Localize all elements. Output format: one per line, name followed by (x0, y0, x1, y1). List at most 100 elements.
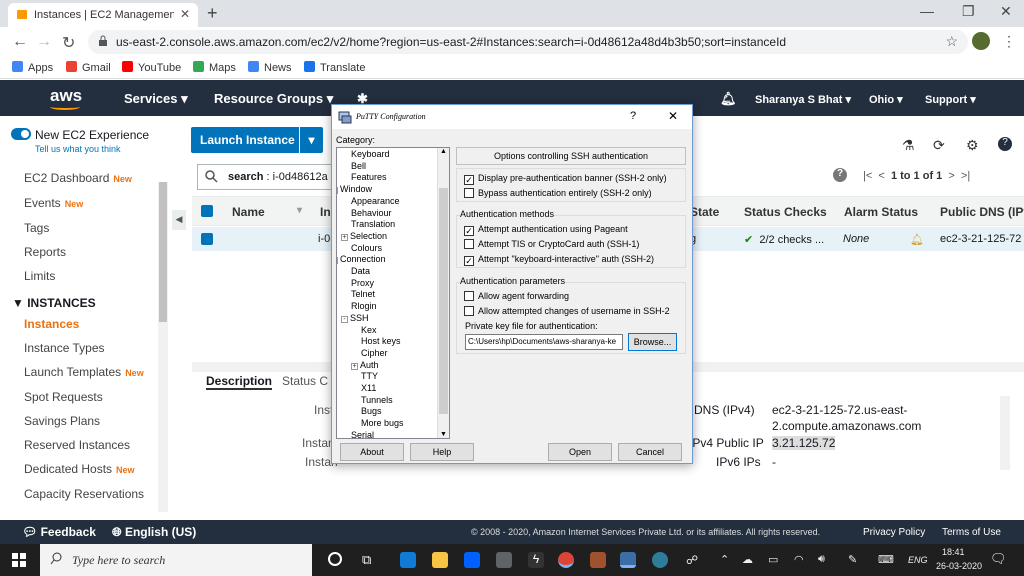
new-experience-toggle[interactable] (11, 128, 31, 140)
checkbox-attempt-authentication-using-pageant[interactable]: ✓ Attempt authentication using Pageant (464, 224, 628, 236)
task-view-icon[interactable]: ⧉ (362, 552, 371, 568)
windows-start-icon[interactable] (12, 553, 26, 567)
bookmark-gmail[interactable]: Gmail (66, 61, 111, 74)
help-icon[interactable]: ? (998, 137, 1012, 151)
sidebar-item-reserved-instances[interactable]: Reserved Instances (24, 438, 130, 452)
lightning-app-icon[interactable]: ϟ (528, 552, 544, 568)
wifi-icon[interactable]: ◠ (794, 553, 804, 566)
tree-item-data[interactable]: Data (351, 266, 370, 276)
reload-icon[interactable]: ↻ (62, 33, 75, 53)
language-indicator[interactable]: ENG (908, 555, 928, 565)
keyboard-icon[interactable]: ⌨ (878, 553, 894, 566)
onedrive-icon[interactable]: ☁ (742, 553, 753, 566)
details-scrollbar[interactable] (1000, 396, 1010, 470)
launch-instance-button[interactable]: Launch Instance ▾ (191, 127, 323, 153)
bookmark-translate[interactable]: Translate (304, 61, 365, 74)
bookmark-maps[interactable]: Maps (193, 61, 236, 74)
tree-item-kex[interactable]: Kex (361, 325, 377, 335)
sidebar-item-tags[interactable]: Tags (24, 221, 49, 235)
feedback-button[interactable]: 💬︎ Feedback (22, 525, 96, 539)
expand-icon[interactable]: + (341, 233, 348, 241)
tree-item-auth[interactable]: + Auth (351, 360, 379, 370)
region-menu[interactable]: Ohio ▾ (869, 93, 903, 106)
tree-item-translation[interactable]: Translation (351, 219, 395, 229)
tree-item-rlogin[interactable]: Rlogin (351, 301, 377, 311)
clock-date[interactable]: 26-03-2020 (936, 561, 982, 571)
collapse-icon[interactable]: - (337, 187, 338, 195)
column-state[interactable]: State (690, 205, 719, 219)
tree-item-keyboard[interactable]: Keyboard (351, 149, 390, 159)
sidebar-item-savings-plans[interactable]: Savings Plans (24, 414, 100, 428)
app-icon[interactable] (652, 552, 668, 568)
checkbox-display-pre-authentication-banner-ssh-2-only[interactable]: ✓ Display pre-authentication banner (SSH-… (464, 173, 667, 185)
collapse-sidebar-icon[interactable]: ◀ (172, 210, 186, 230)
sidebar-item-ec2-dashboard[interactable]: EC2 Dashboard New (24, 171, 132, 185)
bookmark-youtube[interactable]: YouTube (122, 61, 181, 74)
bookmark-news[interactable]: News (248, 61, 292, 74)
tree-item-behaviour[interactable]: Behaviour (351, 208, 392, 218)
sidebar-item-spot-requests[interactable]: Spot Requests (24, 390, 103, 404)
expand-icon[interactable]: + (351, 362, 358, 370)
forward-icon[interactable]: → (36, 33, 52, 51)
language-selector[interactable]: 🌐︎ English (US) (112, 525, 196, 540)
private-key-file-input[interactable]: C:\Users\hp\Documents\aws-sharanya-ke (465, 334, 623, 350)
battery-icon[interactable]: ▭ (768, 553, 778, 566)
sidebar-item-launch-templates[interactable]: Launch Templates New (24, 365, 144, 379)
tree-item-colours[interactable]: Colours (351, 243, 382, 253)
aws-logo[interactable]: aws (50, 86, 82, 106)
filter-help-icon[interactable]: ? (833, 168, 847, 182)
taskbar-search-input[interactable]: Type here to search (40, 544, 312, 576)
user-menu[interactable]: Sharanya S Bhat ▾ (755, 93, 851, 106)
tree-item-serial[interactable]: Serial (351, 430, 374, 438)
bookmark-star-icon[interactable]: ☆ (945, 33, 958, 50)
winrar-icon[interactable] (590, 552, 606, 568)
category-tree[interactable]: Keyboard BellFeatures -WindowAppearance Beh… (336, 147, 450, 439)
feedback-link[interactable]: Tell us what you think (35, 144, 121, 154)
menu-icon[interactable]: ⋮ (1002, 33, 1016, 50)
putty-close-icon[interactable]: ✕ (668, 109, 678, 123)
minimize-icon[interactable]: — (920, 3, 934, 19)
terms-link[interactable]: Terms of Use (942, 527, 1001, 538)
volume-icon[interactable]: 🔊︎ (818, 553, 825, 566)
tab-description[interactable]: Description (206, 374, 273, 390)
tree-item-selection[interactable]: + Selection (341, 231, 387, 241)
services-menu[interactable]: Services ▾ (124, 91, 188, 107)
column-name[interactable]: Name (232, 205, 265, 219)
file-explorer-icon[interactable] (432, 552, 448, 568)
select-all-checkbox[interactable] (201, 205, 213, 217)
notifications-bell-icon[interactable]: 🔔︎ (720, 91, 737, 107)
sidebar-item-dedicated-hosts[interactable]: Dedicated Hosts New (24, 462, 135, 476)
scroll-down-icon[interactable]: ▼ (440, 431, 447, 438)
clock-time[interactable]: 18:41 (942, 547, 965, 557)
sidebar-item-events[interactable]: Events New (24, 196, 83, 210)
tree-item-more-bugs[interactable]: More bugs (361, 418, 404, 428)
tree-item-window[interactable]: -Window (337, 184, 372, 195)
open-button[interactable]: Open (548, 443, 612, 461)
sidebar-item-limits[interactable]: Limits (24, 269, 55, 283)
tree-item-cipher[interactable]: Cipher (361, 348, 388, 358)
column-status-checks[interactable]: Status Checks (744, 205, 827, 219)
cancel-button[interactable]: Cancel (618, 443, 682, 461)
sidebar-scrollbar[interactable] (158, 182, 168, 512)
tree-item-telnet[interactable]: Telnet (351, 289, 375, 299)
cortana-icon[interactable] (328, 552, 342, 566)
tree-item-tty[interactable]: TTY (361, 371, 378, 381)
instances-section-header[interactable]: ▼ INSTANCES (12, 296, 96, 310)
about-button[interactable]: About (340, 443, 404, 461)
edge-icon[interactable] (400, 552, 416, 568)
putty-help-icon[interactable]: ? (630, 110, 636, 122)
column-public-dns[interactable]: Public DNS (IPv (940, 205, 1024, 219)
checkbox-attempt-keyboard-interactive-auth-ssh-2[interactable]: ✓ Attempt "keyboard-interactive" auth (SS… (464, 254, 654, 266)
privacy-link[interactable]: Privacy Policy (863, 527, 925, 538)
people-icon[interactable]: ☍ (686, 553, 698, 567)
tray-chevron-icon[interactable]: ⌃ (720, 553, 729, 566)
tree-item-x11[interactable]: X11 (361, 383, 376, 393)
collapse-icon[interactable]: - (341, 315, 348, 323)
url-field[interactable]: us-east-2.console.aws.amazon.com/ec2/v2/… (88, 30, 968, 54)
collapse-icon[interactable]: - (337, 257, 338, 265)
tree-item-connection[interactable]: -Connection (337, 254, 386, 265)
checkbox-bypass-authentication-entirely-ssh-2-only[interactable]: Bypass authentication entirely (SSH-2 on… (464, 188, 652, 198)
checkbox-allow-attempted-changes-of-username-in-ssh-2[interactable]: Allow attempted changes of username in S… (464, 306, 670, 316)
checkbox-attempt-tis-or-cryptocard-auth-ssh-1[interactable]: Attempt TIS or CryptoCard auth (SSH-1) (464, 239, 639, 249)
new-tab-icon[interactable]: + (207, 3, 218, 24)
